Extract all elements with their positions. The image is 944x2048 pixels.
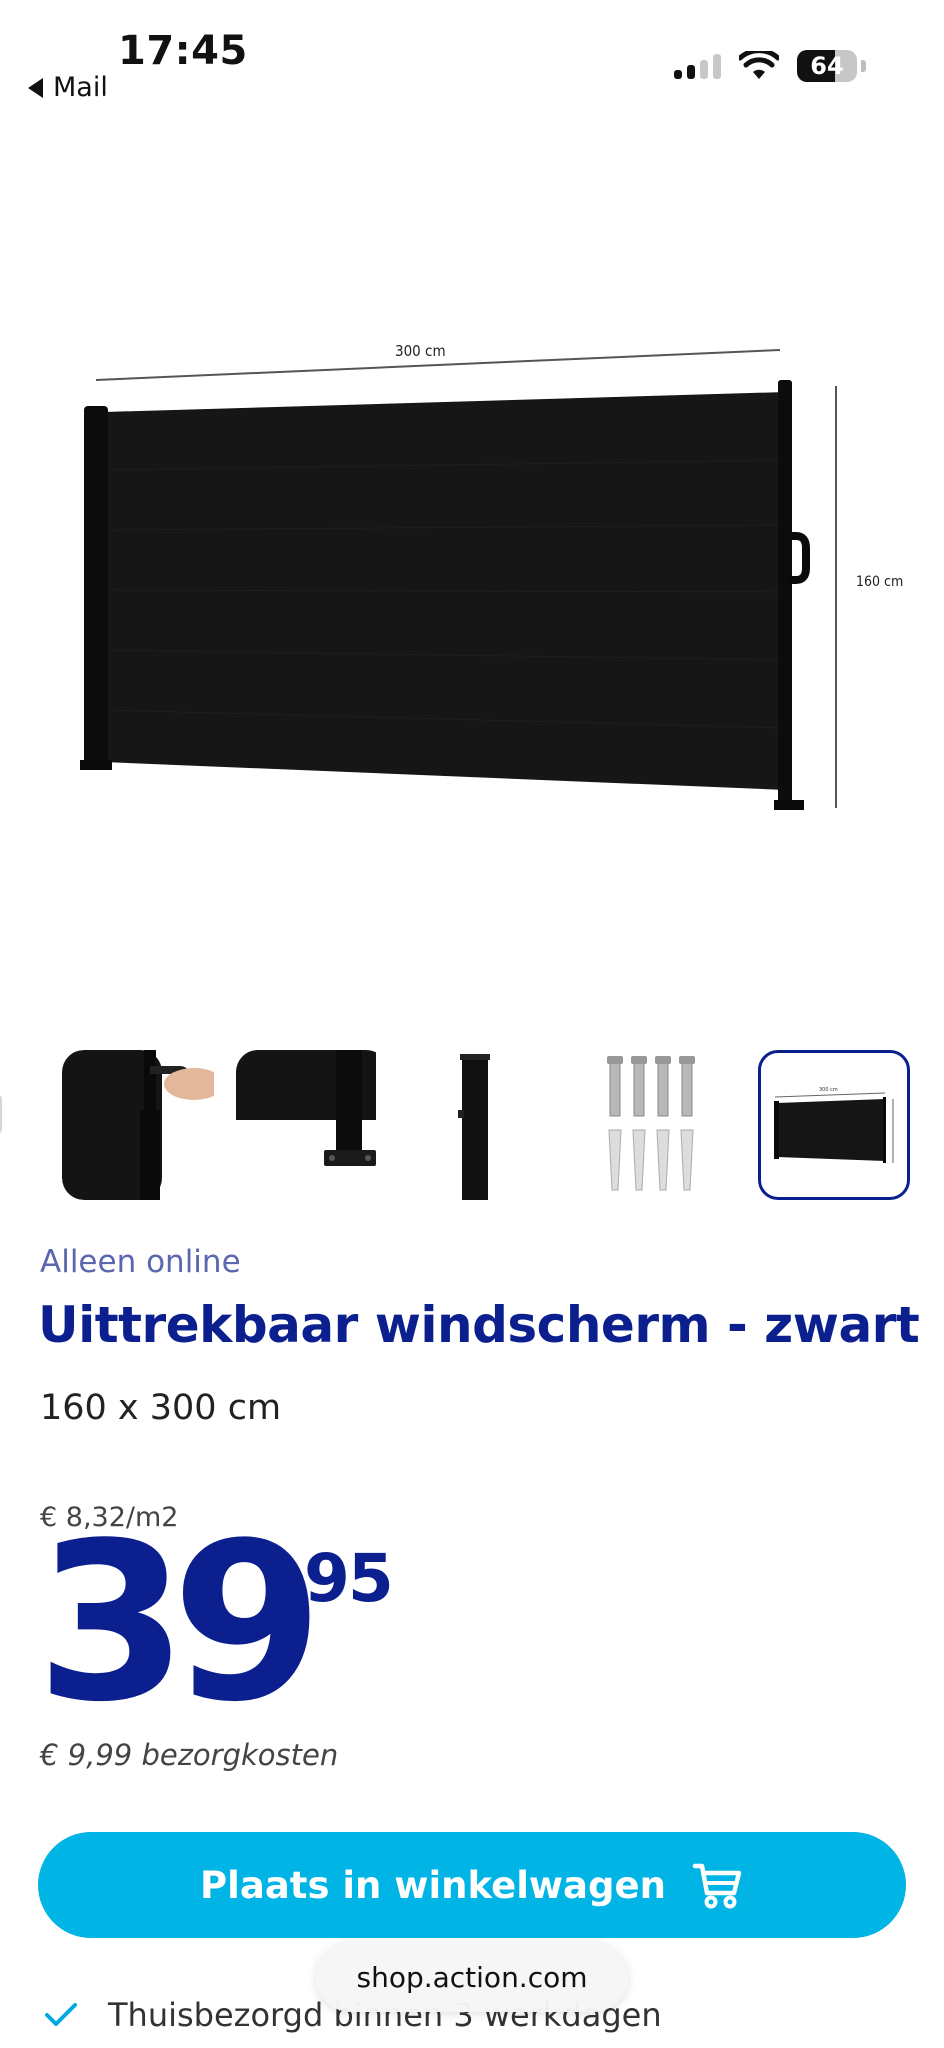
svg-text:300 cm: 300 cm xyxy=(819,1087,838,1093)
browser-url-bar[interactable]: shop.action.com xyxy=(316,1942,628,2012)
cellular-signal-icon xyxy=(674,53,721,79)
add-to-cart-button[interactable]: Plaats in winkelwagen xyxy=(38,1832,906,1938)
thumbnail-strip: 300 cm xyxy=(0,1046,944,1202)
status-icons: 64 xyxy=(674,50,866,82)
price-cents: 95 xyxy=(304,1540,394,1617)
thumbnail-mounting-screws[interactable] xyxy=(580,1050,732,1200)
product-main-image[interactable]: 300 cm 160 cm xyxy=(0,330,944,830)
status-time: 17:45 xyxy=(118,28,248,74)
delivery-cost: € 9,99 bezorgkosten xyxy=(40,1738,339,1772)
battery-icon: 64 xyxy=(797,50,857,82)
back-to-mail-button[interactable]: Mail xyxy=(28,72,108,103)
product-title: Uittrekbaar windscherm - zwart xyxy=(38,1296,920,1354)
price-euros: 39 xyxy=(36,1497,323,1750)
thumbnail-pole-detail[interactable] xyxy=(400,1050,552,1200)
back-arrow-icon xyxy=(28,77,43,98)
browser-url: shop.action.com xyxy=(356,1960,588,1994)
thumbnail-handle-detail[interactable] xyxy=(62,1050,214,1200)
battery-percent: 64 xyxy=(810,52,844,80)
online-only-tag: Alleen online xyxy=(40,1244,241,1280)
thumbnail-product-overview[interactable]: 300 cm xyxy=(758,1050,910,1200)
back-label: Mail xyxy=(53,72,108,103)
wifi-icon xyxy=(739,51,779,79)
product-dimensions: 160 x 300 cm xyxy=(40,1388,282,1428)
height-dimension-label: 160 cm xyxy=(856,574,903,590)
check-icon xyxy=(45,2003,77,2026)
width-dimension-label: 300 cm xyxy=(395,342,446,360)
thumbnail-base-plate-detail[interactable] xyxy=(236,1050,388,1200)
cart-icon xyxy=(692,1863,742,1909)
add-to-cart-label: Plaats in winkelwagen xyxy=(200,1863,666,1907)
status-bar: 17:45 Mail 64 xyxy=(0,0,944,110)
